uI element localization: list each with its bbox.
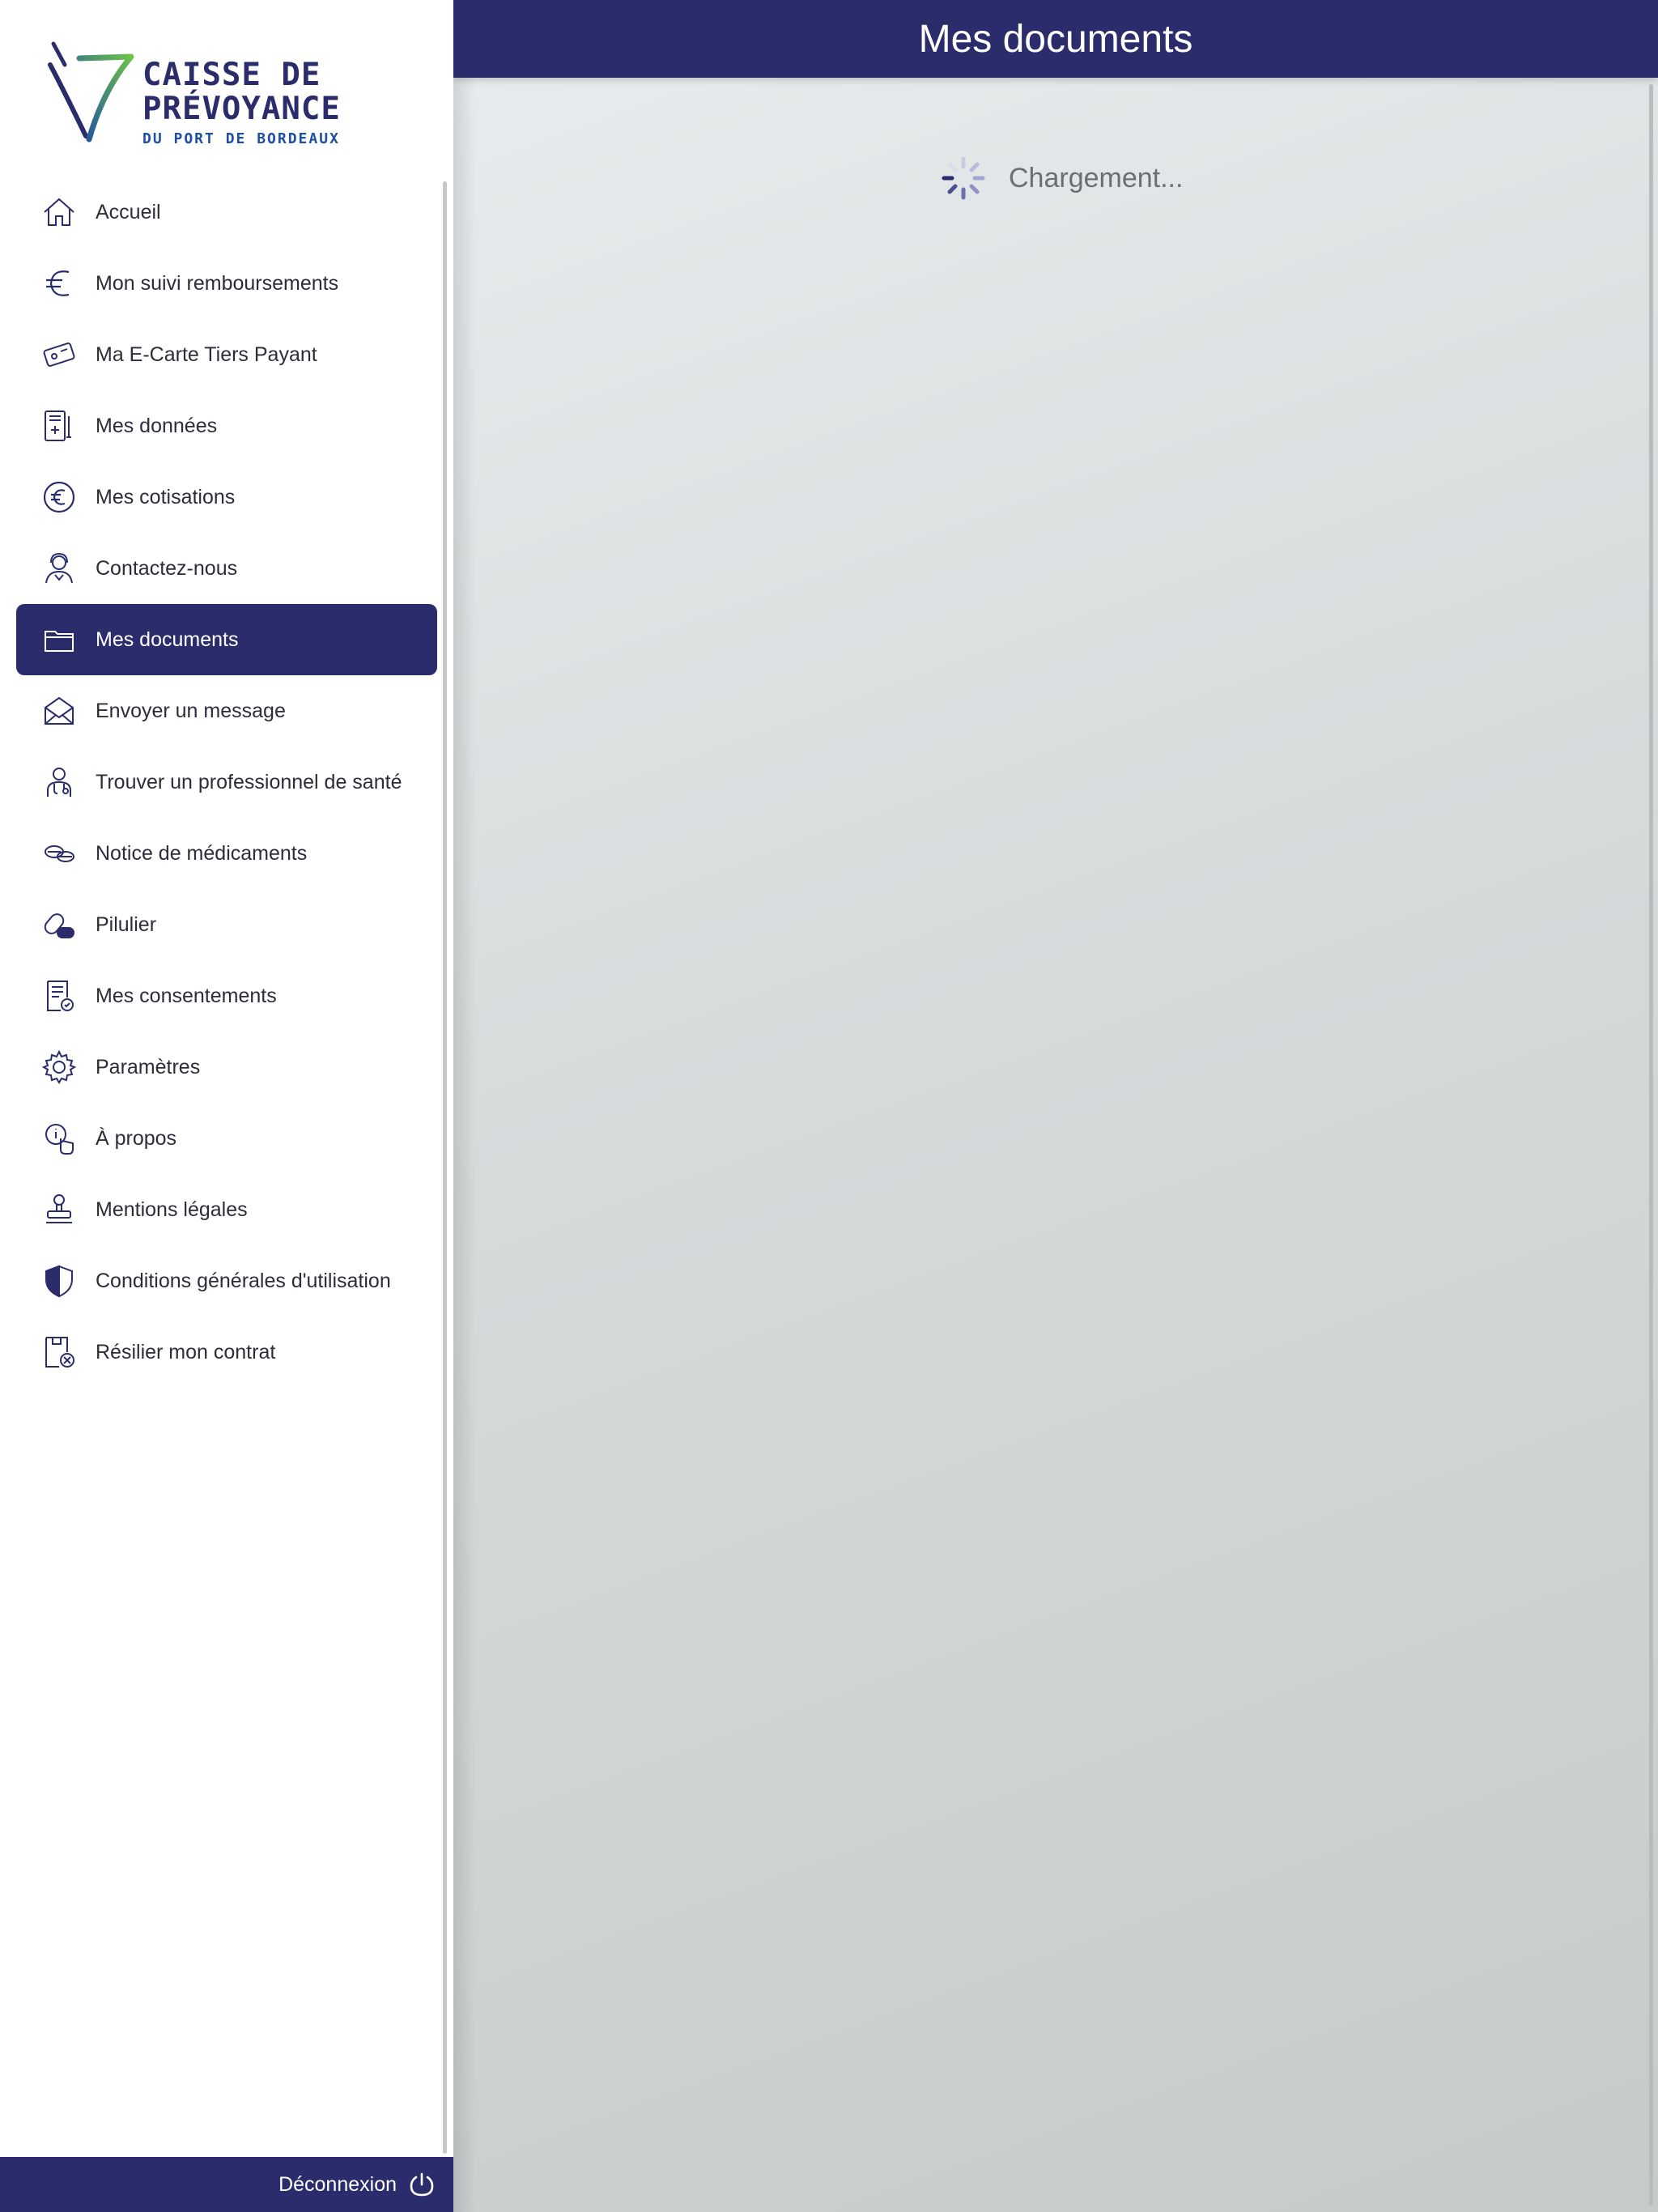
- sidebar-item-medicaments[interactable]: Notice de médicaments: [16, 818, 437, 889]
- card-icon: [16, 319, 96, 390]
- sidebar-item-label: Notice de médicaments: [96, 842, 308, 865]
- sidebar-item-cgu[interactable]: Conditions générales d'utilisation: [16, 1245, 437, 1317]
- sidebar-item-label: Mes cotisations: [96, 486, 236, 508]
- sidebar-item-label: Contactez-nous: [96, 557, 238, 580]
- sidebar-item-cotisations[interactable]: Mes cotisations: [16, 462, 437, 533]
- sidebar-item-label: Trouver un professionnel de santé: [96, 771, 402, 793]
- sidebar-item-label: Envoyer un message: [96, 700, 286, 722]
- sidebar-item-documents[interactable]: Mes documents: [16, 604, 437, 675]
- sidebar-item-label: Mes consentements: [96, 985, 277, 1007]
- support-agent-icon: [16, 533, 96, 604]
- sidebar-item-label: Mes données: [96, 415, 218, 437]
- logout-button[interactable]: Déconnexion: [0, 2157, 453, 2212]
- page-header: Mes documents: [453, 0, 1658, 78]
- sidebar-item-parametres[interactable]: Paramètres: [16, 1032, 437, 1103]
- sidebar-item-pilulier[interactable]: Pilulier: [16, 889, 437, 960]
- info-touch-icon: [16, 1103, 96, 1174]
- sidebar-item-message[interactable]: Envoyer un message: [16, 675, 437, 747]
- pill-box-icon: [16, 889, 96, 960]
- sidebar-item-consentements[interactable]: Mes consentements: [16, 960, 437, 1032]
- logout-label: Déconnexion: [278, 2172, 397, 2196]
- spinner-icon: [939, 154, 988, 202]
- sidebar-item-label: Ma E-Carte Tiers Payant: [96, 343, 317, 366]
- sidebar-item-donnees[interactable]: Mes données: [16, 390, 437, 462]
- sidebar-menu: Accueil Mon suivi remboursements Ma E-Ca…: [16, 177, 437, 1388]
- consent-document-icon: [16, 960, 96, 1032]
- sidebar-scrollbar[interactable]: [443, 181, 447, 2154]
- sidebar-item-resilier[interactable]: Résilier mon contrat: [16, 1317, 437, 1388]
- doctor-icon: [16, 747, 96, 818]
- sidebar-item-label: Mon suivi remboursements: [96, 272, 339, 295]
- euro-circle-icon: [16, 462, 96, 533]
- envelope-icon: [16, 675, 96, 747]
- sidebar-item-label: Conditions générales d'utilisation: [96, 1270, 391, 1292]
- brand-line-2: PRÉVOYANCE: [142, 91, 341, 127]
- loading-indicator: Chargement...: [939, 154, 1183, 202]
- sidebar-item-label: Pilulier: [96, 913, 157, 936]
- sidebar-item-e-carte[interactable]: Ma E-Carte Tiers Payant: [16, 319, 437, 390]
- page-title: Mes documents: [918, 17, 1193, 61]
- cancel-contract-icon: [16, 1317, 96, 1388]
- sidebar-item-label: Mes documents: [96, 628, 239, 651]
- medical-file-icon: [16, 390, 96, 462]
- pills-icon: [16, 818, 96, 889]
- main-content: Mes documents Chargement...: [453, 0, 1658, 2212]
- shield-icon: [16, 1245, 96, 1317]
- main-scrollbar[interactable]: [1649, 84, 1653, 2206]
- sidebar-item-label: À propos: [96, 1127, 177, 1150]
- gear-icon: [16, 1032, 96, 1103]
- power-icon: [408, 2171, 436, 2198]
- brand-name: CAISSE DE PRÉVOYANCE DU PORT DE BORDEAUX: [142, 58, 341, 149]
- sidebar-item-professionnel[interactable]: Trouver un professionnel de santé: [16, 747, 437, 818]
- sidebar-item-mentions-legales[interactable]: Mentions légales: [16, 1174, 437, 1245]
- sidebar-item-contact[interactable]: Contactez-nous: [16, 533, 437, 604]
- sidebar-item-label: Accueil: [96, 201, 161, 223]
- sidebar-item-a-propos[interactable]: À propos: [16, 1103, 437, 1174]
- brand-line-1: CAISSE DE: [142, 57, 321, 93]
- sidebar-item-label: Résilier mon contrat: [96, 1341, 276, 1363]
- brand-line-3: DU PORT DE BORDEAUX: [142, 130, 340, 147]
- logo-mark-icon: [48, 41, 134, 143]
- sidebar-item-remboursements[interactable]: Mon suivi remboursements: [16, 248, 437, 319]
- sidebar-item-accueil[interactable]: Accueil: [16, 177, 437, 248]
- euro-icon: [16, 248, 96, 319]
- stamp-icon: [16, 1174, 96, 1245]
- folder-icon: [16, 604, 96, 675]
- sidebar-item-label: Paramètres: [96, 1056, 201, 1078]
- brand-logo: CAISSE DE PRÉVOYANCE DU PORT DE BORDEAUX: [47, 40, 371, 149]
- sidebar: CAISSE DE PRÉVOYANCE DU PORT DE BORDEAUX…: [0, 0, 453, 2212]
- sidebar-item-label: Mentions légales: [96, 1198, 248, 1221]
- loading-label: Chargement...: [1009, 162, 1184, 194]
- home-icon: [16, 177, 96, 248]
